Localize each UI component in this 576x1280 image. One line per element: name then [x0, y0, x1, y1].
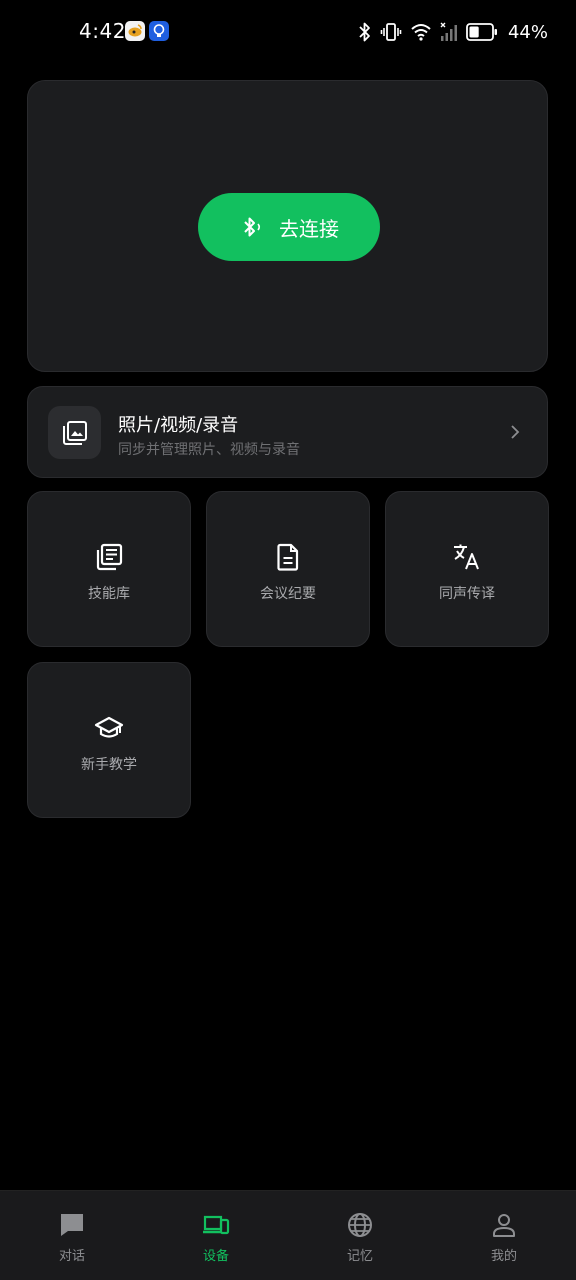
globe-icon — [348, 1213, 372, 1237]
nav-item-memory[interactable]: 记忆 — [288, 1191, 432, 1280]
nav-label: 设备 — [202, 1249, 229, 1264]
status-time: 4:42 — [79, 19, 126, 43]
tile-beginner-tutorial[interactable]: 新手教学 — [27, 662, 191, 818]
tile-label: 技能库 — [88, 586, 130, 602]
tile-label: 新手教学 — [81, 757, 137, 773]
device-screen: 4:42 44% 去连接 照片/视频/录音 同步并管理照片、视频与录音 技能库 … — [0, 0, 576, 1280]
bluetooth-icon — [244, 217, 261, 237]
devices-icon — [203, 1215, 230, 1235]
connect-button[interactable]: 去连接 — [198, 193, 380, 261]
photo-library-icon — [62, 420, 87, 445]
battery-icon — [466, 23, 497, 41]
tile-label: 同声传译 — [439, 586, 495, 602]
translate-icon — [454, 544, 479, 570]
nav-item-chat[interactable]: 对话 — [0, 1191, 144, 1280]
media-subtitle: 同步并管理照片、视频与录音 — [118, 442, 300, 458]
chat-icon — [61, 1214, 83, 1236]
tile-skill-library[interactable]: 技能库 — [27, 491, 191, 647]
nav-item-profile[interactable]: 我的 — [432, 1191, 576, 1280]
vibrate-icon — [380, 23, 402, 41]
chevron-right-icon — [511, 425, 520, 439]
weibo-notification-icon — [125, 21, 145, 41]
tile-meeting-minutes[interactable]: 会议纪要 — [206, 491, 370, 647]
nav-item-devices[interactable]: 设备 — [144, 1191, 288, 1280]
graduation-cap-icon — [94, 716, 124, 738]
library-icon — [96, 543, 123, 571]
media-title: 照片/视频/录音 — [118, 415, 239, 436]
document-icon — [277, 543, 299, 571]
nav-label: 记忆 — [346, 1249, 373, 1264]
connect-button-label: 去连接 — [279, 216, 339, 241]
battery-percent: 44% — [507, 21, 548, 43]
signal-icon — [440, 22, 457, 41]
nav-label: 我的 — [490, 1249, 517, 1264]
tile-label: 会议纪要 — [260, 586, 316, 602]
lightbulb-notification-icon — [149, 21, 169, 41]
bluetooth-status-icon — [359, 22, 370, 42]
media-sync-card[interactable]: 照片/视频/录音 同步并管理照片、视频与录音 — [27, 386, 548, 478]
status-indicators: 44% — [358, 19, 548, 45]
wifi-icon — [411, 24, 431, 41]
media-icon-container — [48, 406, 101, 459]
bottom-navigation: 对话 设备 记忆 我的 — [0, 1190, 576, 1280]
status-bar: 4:42 44% — [0, 0, 576, 64]
device-connect-card: 去连接 — [27, 80, 548, 372]
nav-label: 对话 — [58, 1249, 85, 1264]
person-icon — [493, 1214, 515, 1237]
tile-simultaneous-interpretation[interactable]: 同声传译 — [385, 491, 549, 647]
